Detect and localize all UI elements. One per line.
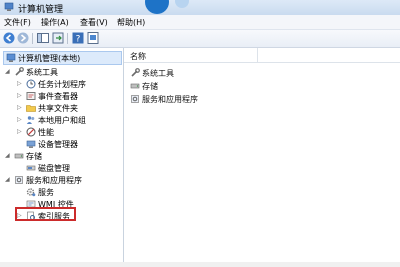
computer-icon	[6, 53, 16, 62]
highlight-annotation	[15, 207, 76, 221]
back-icon[interactable]	[3, 32, 15, 44]
tree-item-root[interactable]: 计算机管理(本地)	[3, 51, 122, 65]
forward-icon[interactable]	[17, 32, 29, 44]
shared-folder-icon	[26, 105, 36, 112]
tree-item-performance[interactable]: ▷ 性能	[17, 126, 120, 138]
collapse-arrow-icon[interactable]: ◢	[5, 68, 12, 75]
storage-icon	[14, 153, 24, 159]
status-strip	[0, 262, 400, 267]
collapse-arrow-icon[interactable]: ◢	[5, 152, 12, 159]
help-icon[interactable]: ?	[72, 32, 84, 44]
tree-label: 共享文件夹	[38, 104, 78, 113]
event-log-icon	[26, 92, 36, 100]
toolbar: ?	[0, 30, 400, 48]
tree-label: 服务	[38, 188, 54, 197]
tree-item-task-scheduler[interactable]: ▷ 任务计划程序	[17, 78, 120, 90]
services-apps-icon	[15, 176, 23, 184]
tree-item-services[interactable]: 服务	[17, 186, 120, 198]
details-pane[interactable]: 名称 系统工具 存储 服务和应用程序	[124, 48, 400, 267]
export-list-icon[interactable]	[52, 32, 64, 44]
list-item-label: 服务和应用程序	[142, 95, 198, 104]
tree-label: 存储	[26, 152, 42, 161]
storage-icon	[130, 83, 140, 89]
menu-action[interactable]: 操作(A)	[41, 17, 69, 28]
toolbar-separator	[67, 33, 68, 44]
window-title: 计算机管理	[18, 5, 64, 15]
device-manager-icon	[26, 140, 36, 148]
list-item-label: 系统工具	[142, 69, 174, 78]
computer-management-icon	[4, 2, 14, 11]
column-header[interactable]: 名称	[124, 48, 400, 63]
disk-icon	[26, 165, 36, 171]
expand-arrow-icon[interactable]: ▷	[17, 92, 24, 99]
tree-label: 设备管理器	[38, 140, 78, 149]
tree-item-local-users[interactable]: ▷ 本地用户和组	[17, 114, 120, 126]
performance-icon	[26, 127, 36, 137]
column-divider[interactable]	[257, 48, 258, 62]
tree-label: 任务计划程序	[38, 80, 86, 89]
users-icon	[26, 116, 35, 124]
tree-item-event-viewer[interactable]: ▷ 事件查看器	[17, 90, 120, 102]
properties-icon[interactable]	[87, 32, 99, 44]
menu-file[interactable]: 文件(F)	[4, 17, 31, 28]
tree-label: 本地用户和组	[38, 116, 86, 125]
menu-help[interactable]: 帮助(H)	[117, 17, 145, 28]
tools-icon	[15, 67, 24, 76]
tree-label: 服务和应用程序	[26, 176, 82, 185]
list-item-label: 存储	[142, 82, 158, 91]
clock-icon	[26, 79, 36, 89]
menu-bar: 文件(F) 操作(A) 查看(V) 帮助(H)	[0, 15, 400, 30]
services-apps-icon	[131, 95, 139, 103]
tree-item-storage[interactable]: ◢ 存储	[5, 150, 120, 162]
column-name-header[interactable]: 名称	[130, 51, 146, 62]
tree-item-device-manager[interactable]: 设备管理器	[17, 138, 120, 150]
tree-item-disk-management[interactable]: 磁盘管理	[17, 162, 120, 174]
tree-label: 计算机管理(本地)	[18, 54, 81, 63]
menu-view[interactable]: 查看(V)	[80, 17, 108, 28]
tree-label: 性能	[38, 128, 54, 137]
taskbar-orb-icon	[145, 0, 169, 14]
show-hide-tree-icon[interactable]	[37, 32, 49, 44]
navigation-tree[interactable]: 计算机管理(本地) ◢ 系统工具 ▷ 任务计划程序 ▷ 事件查看器 ▷ 共享文件…	[0, 48, 124, 267]
taskbar-orb-glow-icon	[175, 0, 189, 8]
tree-label: 磁盘管理	[38, 164, 70, 173]
svg-text:?: ?	[76, 35, 81, 45]
toolbar-separator	[32, 33, 33, 44]
tree-item-shared-folders[interactable]: ▷ 共享文件夹	[17, 102, 120, 114]
services-gear-icon	[26, 188, 36, 197]
title-bar: 计算机管理	[0, 0, 400, 15]
expand-arrow-icon[interactable]: ▷	[17, 104, 24, 111]
expand-arrow-icon[interactable]: ▷	[17, 128, 24, 135]
tree-item-system-tools[interactable]: ◢ 系统工具	[5, 66, 120, 78]
expand-arrow-icon[interactable]: ▷	[17, 116, 24, 123]
expand-arrow-icon[interactable]: ▷	[17, 80, 24, 87]
tree-label: 事件查看器	[38, 92, 78, 101]
tools-icon	[131, 68, 140, 77]
collapse-arrow-icon[interactable]: ◢	[5, 176, 12, 183]
tree-item-services-apps[interactable]: ◢ 服务和应用程序	[5, 174, 120, 186]
tree-label: 系统工具	[26, 68, 58, 77]
